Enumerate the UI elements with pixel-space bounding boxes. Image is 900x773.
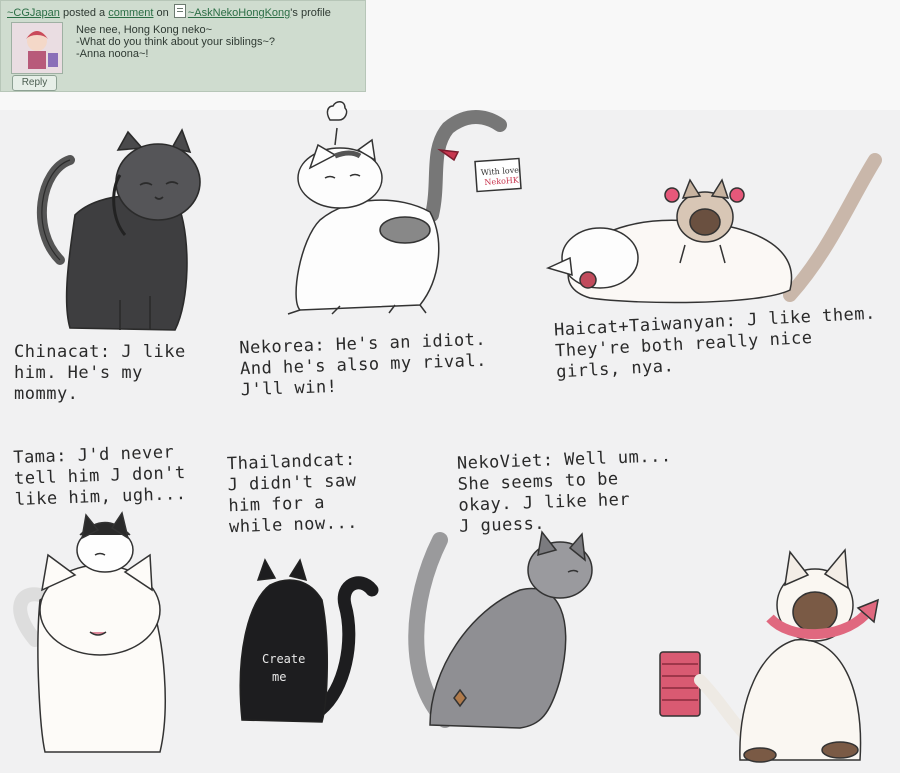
caption-chinacat: Chinacat: J like him. He's my mommy. (14, 342, 186, 404)
caption-thailandcat: Thailandcat: J didn't saw him for a whil… (226, 449, 359, 538)
reply-button[interactable]: Reply (12, 75, 57, 91)
caption-nekoviet: NekoViet: Well um... She seems to be oka… (456, 446, 672, 537)
avatar[interactable] (11, 22, 63, 74)
avatar-image (12, 23, 62, 73)
comment-line: -Anna noona~! (76, 48, 149, 60)
profile-owner-link[interactable]: ~AskNekoHongKong (188, 7, 290, 19)
action-text: posted a (62, 7, 106, 19)
caption-nekorea: Nekorea: He's an idiot. And he's also my… (238, 329, 488, 401)
on-text: on (156, 7, 169, 19)
caption-tama: Tama: J'd never tell him J don't like hi… (12, 442, 187, 510)
comment-link[interactable]: comment (108, 7, 153, 19)
shirt-text-line1: Create (262, 652, 305, 666)
comment-header: ~CGJapan posted a comment on ~AskNekoHon… (7, 4, 331, 19)
profile-suffix: 's profile (290, 7, 331, 19)
author-link[interactable]: ~CGJapan (7, 7, 60, 19)
document-icon (173, 4, 186, 18)
shirt-text-line2: me (272, 670, 286, 684)
comment-body: Nee nee, Hong Kong neko~ -What do you th… (76, 24, 275, 60)
comment-line: Nee nee, Hong Kong neko~ (76, 24, 213, 36)
comment-line: -What do you think about your siblings~? (76, 36, 276, 48)
comment-box: ~CGJapan posted a comment on ~AskNekoHon… (0, 0, 366, 92)
